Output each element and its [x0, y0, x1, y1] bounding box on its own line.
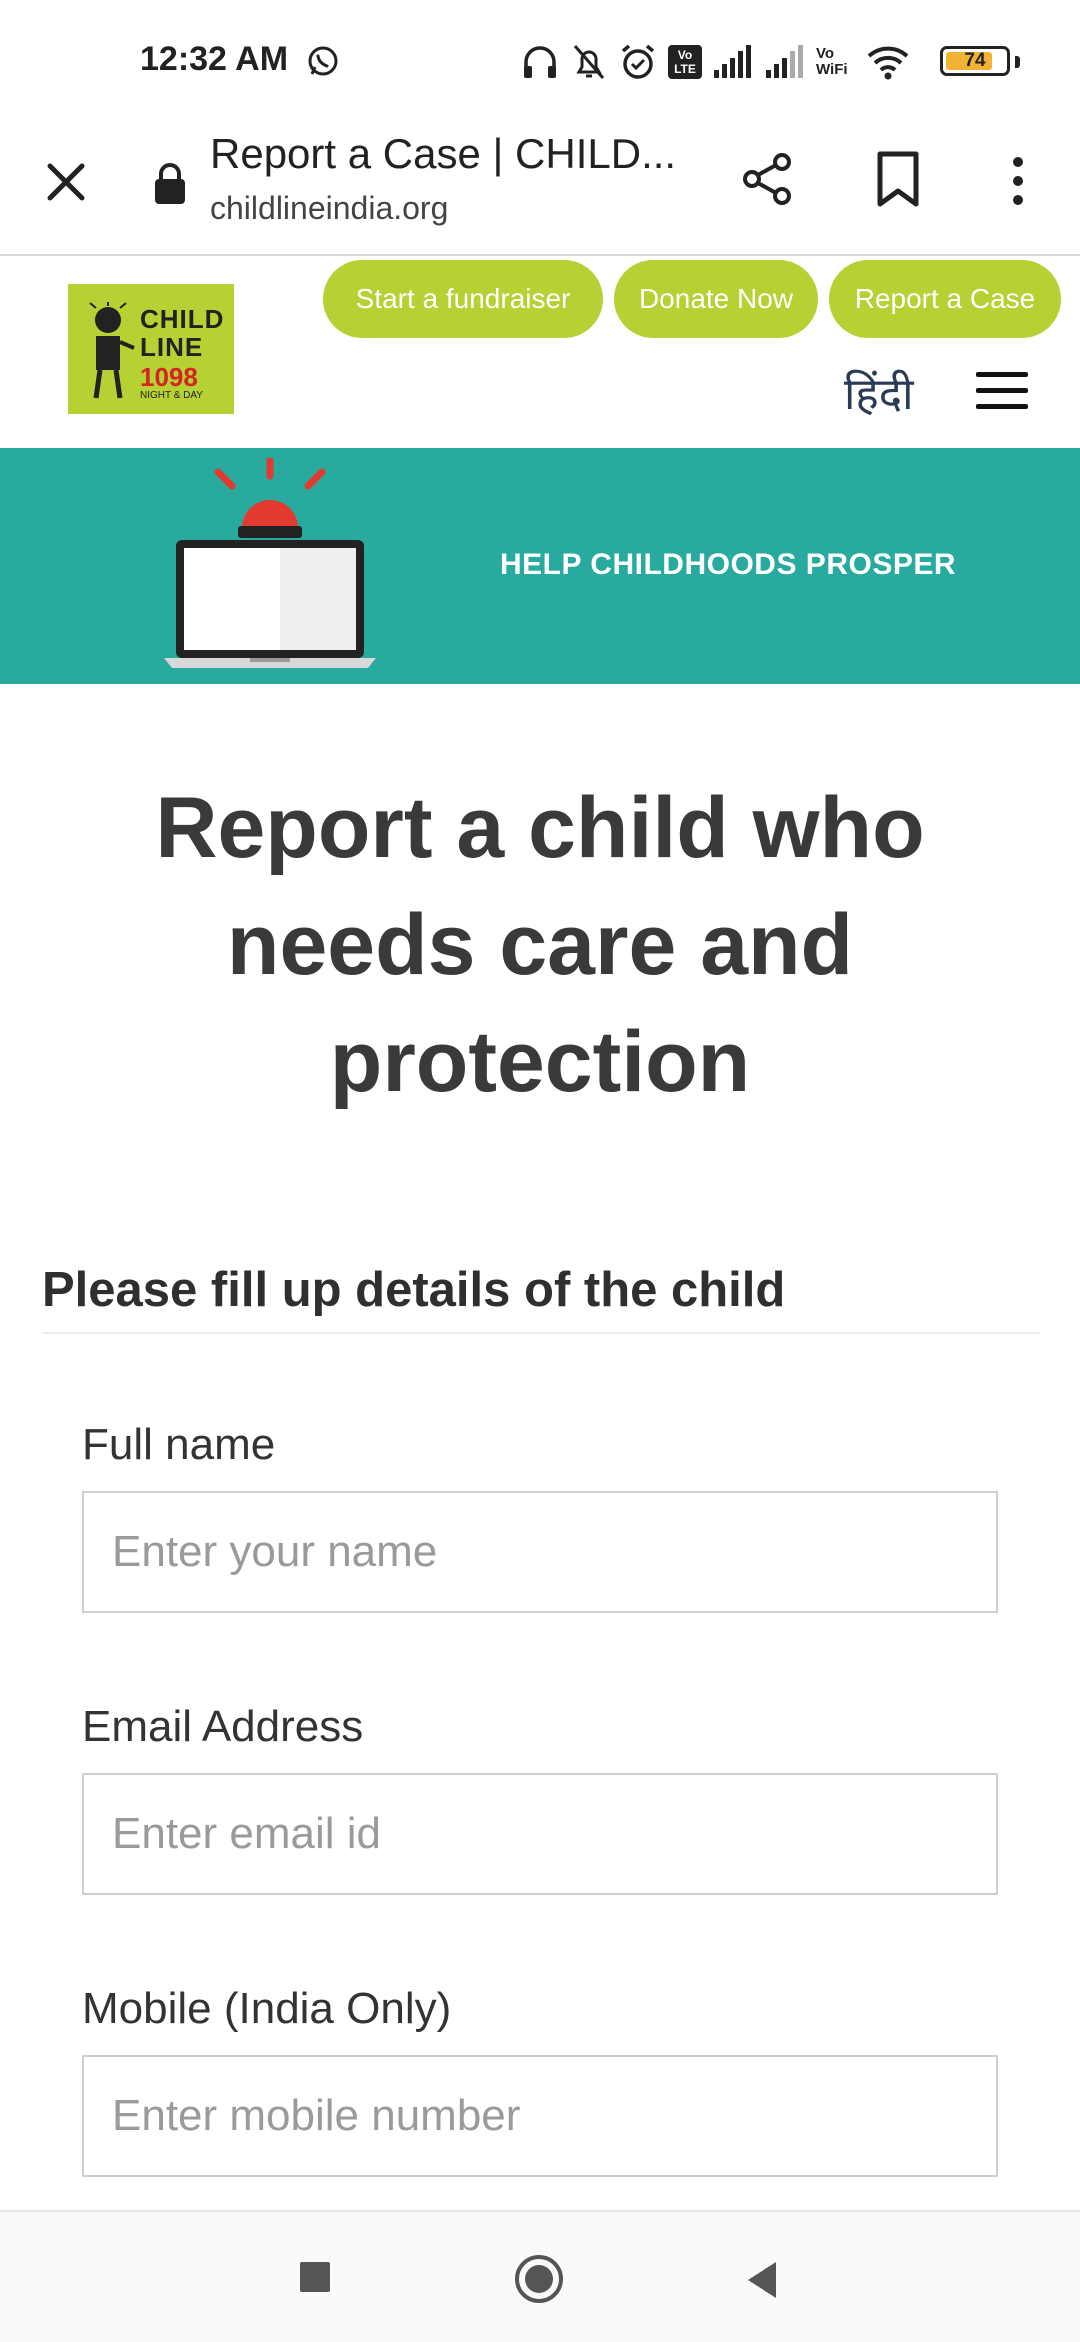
status-bar: 12:32 AM Vo LTE Vo WiFi 74 — [0, 0, 1080, 120]
battery-tip — [1015, 56, 1020, 68]
bell-off-icon — [573, 45, 605, 79]
email-input[interactable] — [82, 1773, 998, 1895]
hindi-language-link[interactable]: हिंदी — [844, 362, 914, 422]
full-name-input[interactable] — [82, 1491, 998, 1613]
banner-text: HELP CHILDHOODS PROSPER — [500, 548, 957, 581]
laptop-alarm-icon — [164, 458, 376, 668]
close-icon[interactable] — [40, 156, 92, 208]
page-title[interactable]: Report a Case | CHILD... — [210, 130, 676, 178]
home-icon[interactable] — [514, 2254, 564, 2304]
donate-now-button[interactable]: Donate Now — [614, 260, 818, 338]
site-header: CHILD LINE 1098 NIGHT & DAY Start a fund… — [0, 256, 1080, 448]
lock-icon[interactable] — [152, 160, 188, 206]
hero-banner: HELP CHILDHOODS PROSPER — [0, 448, 1080, 684]
alarm-icon — [621, 44, 655, 79]
logo-line1: CHILD — [140, 304, 225, 334]
signal-icon — [714, 45, 751, 78]
hamburger-line — [976, 372, 1028, 377]
status-time: 12:32 AM — [140, 40, 289, 78]
recents-icon[interactable] — [300, 2262, 330, 2292]
start-fundraiser-button[interactable]: Start a fundraiser — [323, 260, 603, 338]
battery-level: 74 — [964, 50, 986, 71]
hamburger-menu-icon[interactable] — [976, 372, 1028, 412]
logo-tagline: NIGHT & DAY — [140, 390, 203, 401]
overflow-menu-icon[interactable] — [1006, 152, 1030, 210]
share-icon[interactable] — [738, 150, 796, 208]
hamburger-line — [976, 404, 1028, 409]
hamburger-line — [976, 388, 1028, 393]
form-section-title: Please fill up details of the child — [42, 1263, 786, 1317]
browser-toolbar: Report a Case | CHILD... childlineindia.… — [0, 120, 1080, 256]
report-case-button[interactable]: Report a Case — [829, 260, 1061, 338]
logo-line2: LINE — [140, 332, 204, 362]
full-name-label: Full name — [82, 1420, 276, 1469]
back-icon[interactable] — [744, 2260, 780, 2300]
wifi-icon — [867, 46, 909, 80]
logo-number: 1098 — [140, 362, 198, 392]
page-heading: Report a child who needs care and protec… — [155, 780, 925, 1110]
whatsapp-icon — [308, 46, 338, 76]
section-divider — [42, 1332, 1040, 1334]
vowifi-icon: Vo WiFi — [816, 45, 848, 78]
headphones-icon — [524, 46, 556, 78]
battery-icon: 74 — [940, 46, 1010, 76]
volte-icon: Vo LTE — [668, 45, 702, 79]
signal-icon — [766, 45, 803, 78]
page-url[interactable]: childlineindia.org — [210, 190, 448, 227]
system-nav-bar — [0, 2210, 1080, 2342]
status-icons: Vo LTE Vo WiFi — [520, 40, 910, 84]
email-address-label: Email Address — [82, 1702, 364, 1751]
childline-logo[interactable]: CHILD LINE 1098 NIGHT & DAY — [68, 284, 234, 414]
bookmark-icon[interactable] — [872, 150, 924, 208]
mobile-label: Mobile (India Only) — [82, 1984, 452, 2033]
child-figure-icon — [89, 302, 135, 399]
mobile-input[interactable] — [82, 2055, 998, 2177]
